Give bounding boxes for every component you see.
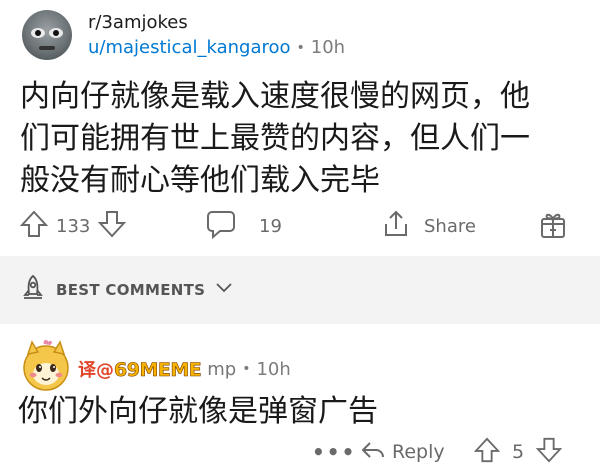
comments-button[interactable]: 19 xyxy=(205,206,282,246)
post-body: 内向仔就像是载入速度很慢的网页，他 们可能拥有世上最赞的内容，但人们一 般没有耐… xyxy=(20,76,580,202)
comment-count: 19 xyxy=(259,215,282,237)
comment-time: 10h xyxy=(256,358,291,380)
vote-group: 133 xyxy=(19,206,127,246)
comment-actions: ••• Reply 5 xyxy=(0,434,600,470)
watermark-brand: 69MEME xyxy=(114,359,202,382)
username-link[interactable]: u/majestical_kangaroo xyxy=(88,37,291,58)
comment-bubble-icon xyxy=(205,208,237,245)
share-button[interactable]: Share xyxy=(380,206,476,246)
reply-button[interactable]: Reply xyxy=(360,434,445,470)
commenter-avatar[interactable] xyxy=(18,338,74,394)
comment-vote-group: 5 xyxy=(473,434,563,470)
watermark-text: 译@69MEME xyxy=(78,356,202,382)
comment-vote-count: 5 xyxy=(512,441,525,463)
reply-label: Reply xyxy=(392,441,445,463)
post-body-line: 们可能拥有世上最赞的内容，但人们一 xyxy=(20,121,530,156)
share-label: Share xyxy=(424,215,476,237)
award-button[interactable] xyxy=(538,206,568,246)
share-icon xyxy=(380,208,412,245)
comment-username[interactable]: mp xyxy=(207,359,236,380)
upvote-arrow-icon[interactable] xyxy=(19,209,49,244)
post-time: 10h xyxy=(310,37,346,58)
subreddit-link[interactable]: r/3amjokes xyxy=(88,12,188,33)
reply-arrow-icon xyxy=(360,438,386,467)
post-actions: 133 19 Share xyxy=(0,206,600,246)
watermark-prefix: 译@ xyxy=(78,360,114,381)
author-avatar[interactable] xyxy=(22,10,72,60)
meta-separator: • xyxy=(242,361,251,377)
sort-selector[interactable]: BEST COMMENTS xyxy=(20,272,233,308)
gift-icon xyxy=(538,208,568,245)
comment-body: 你们外向仔就像是弹窗广告 xyxy=(18,394,378,429)
chevron-down-icon xyxy=(215,281,233,299)
post-body-line: 内向仔就像是载入速度很慢的网页，他 xyxy=(20,79,530,114)
meta-separator: • xyxy=(296,39,305,56)
upvote-arrow-icon[interactable] xyxy=(473,436,501,469)
post-meta: u/majestical_kangaroo • 10h xyxy=(88,37,345,58)
post-body-line: 般没有耐心等他们载入完毕 xyxy=(20,163,380,198)
more-dots-icon: ••• xyxy=(312,440,357,464)
sort-label: BEST COMMENTS xyxy=(56,281,206,299)
comment-meta: 译@69MEME mp • 10h xyxy=(78,356,291,382)
more-options-button[interactable]: ••• xyxy=(312,434,356,470)
vote-count: 133 xyxy=(56,215,91,237)
downvote-arrow-icon[interactable] xyxy=(535,436,563,469)
rocket-icon xyxy=(20,274,46,306)
downvote-arrow-icon[interactable] xyxy=(98,209,127,244)
